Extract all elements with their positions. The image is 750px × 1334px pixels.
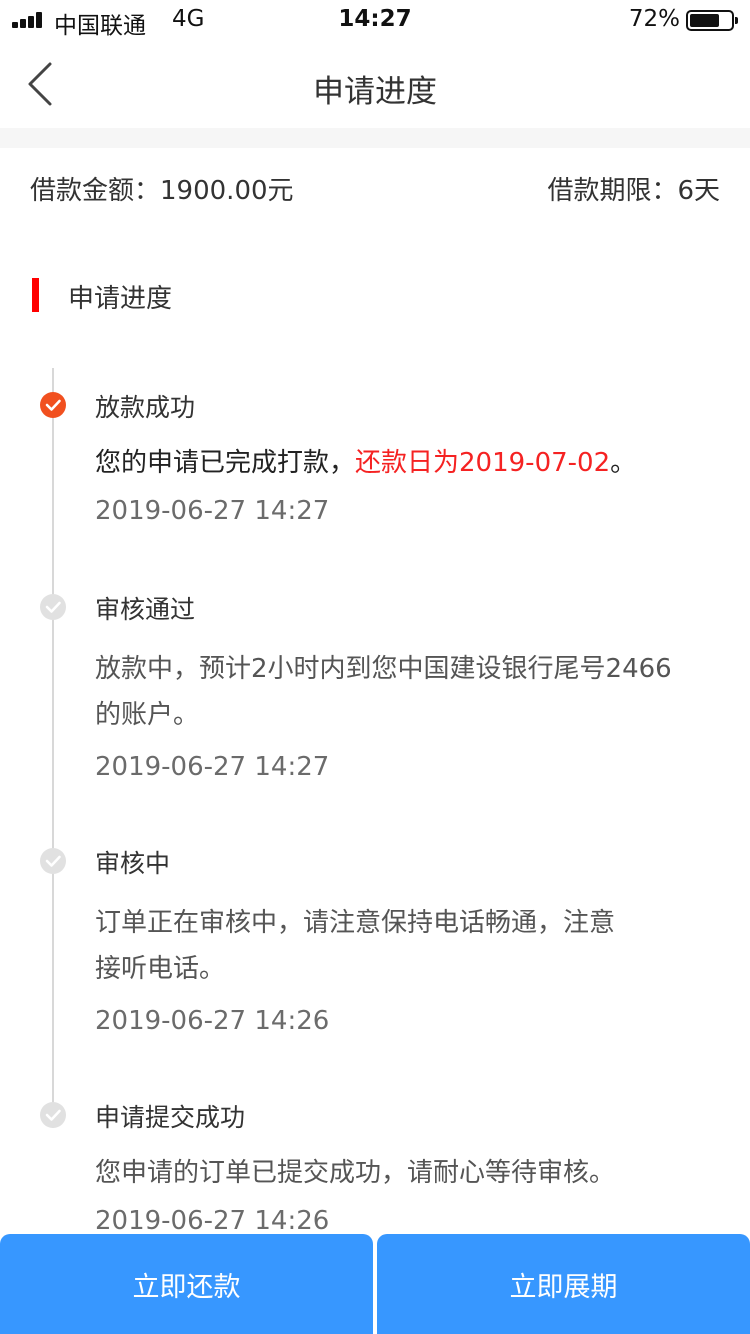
nav-bar: 申请进度	[0, 40, 750, 128]
page-title: 申请进度	[313, 74, 437, 110]
loan-amount: 借款金额：1900.00元	[30, 170, 294, 207]
section-accent-bar	[32, 278, 39, 312]
battery-icon	[686, 10, 738, 31]
step-description-line: 接听电话。	[95, 954, 226, 984]
screen: 中国联通 4G 14:27 72% 申请进度 借款金额：1900.00元 借款期…	[0, 0, 750, 1334]
step-description-line: 的账户。	[95, 700, 200, 730]
extend-loan-button[interactable]: 立即展期	[377, 1234, 750, 1334]
repayment-date: 还款日为2019-07-02	[355, 448, 611, 478]
step-description: 订单正在审核中，请注意保持电话畅通，注意 接听电话。	[95, 900, 715, 992]
check-circle-icon	[40, 1102, 66, 1128]
bottom-action-bar: 立即还款 立即展期	[0, 1232, 750, 1334]
step-title: 申请提交成功	[95, 1103, 246, 1132]
loan-term: 借款期限：6天	[547, 170, 720, 207]
divider	[0, 128, 750, 148]
step-description-text: 您的申请已完成打款，	[95, 448, 356, 478]
battery-percentage: 72%	[628, 6, 680, 32]
step-time: 2019-06-27 14:26	[95, 1006, 330, 1036]
check-circle-icon	[40, 392, 66, 418]
step-description-line: 您申请的订单已提交成功，请耐心等待审核。	[95, 1158, 616, 1188]
check-circle-icon	[40, 594, 66, 620]
step-description: 您申请的订单已提交成功，请耐心等待审核。	[95, 1150, 715, 1196]
step-title: 放款成功	[95, 393, 196, 422]
loan-term-label: 借款期限：	[547, 176, 678, 206]
step-description-line: 放款中，预计2小时内到您中国建设银行尾号2466	[95, 654, 672, 684]
step-time: 2019-06-27 14:27	[95, 496, 330, 526]
step-description-line: 订单正在审核中，请注意保持电话畅通，注意	[95, 908, 616, 938]
check-circle-icon	[40, 848, 66, 874]
step-description: 您的申请已完成打款，还款日为2019-07-02。	[95, 440, 715, 486]
step-title: 审核中	[95, 849, 171, 878]
loan-amount-label: 借款金额：	[30, 176, 161, 206]
loan-amount-value: 1900.00元	[160, 176, 294, 206]
loan-info: 借款金额：1900.00元 借款期限：6天	[30, 170, 720, 210]
section-title: 申请进度	[68, 284, 173, 314]
repay-now-button[interactable]: 立即还款	[0, 1234, 373, 1334]
timeline-line	[52, 368, 54, 1128]
status-bar: 中国联通 4G 14:27 72%	[0, 0, 750, 40]
step-description: 放款中，预计2小时内到您中国建设银行尾号2466 的账户。	[95, 646, 715, 738]
step-description-suffix: 。	[610, 448, 637, 478]
step-title: 审核通过	[95, 595, 196, 624]
loan-term-value: 6天	[677, 176, 720, 206]
step-time: 2019-06-27 14:27	[95, 752, 330, 782]
